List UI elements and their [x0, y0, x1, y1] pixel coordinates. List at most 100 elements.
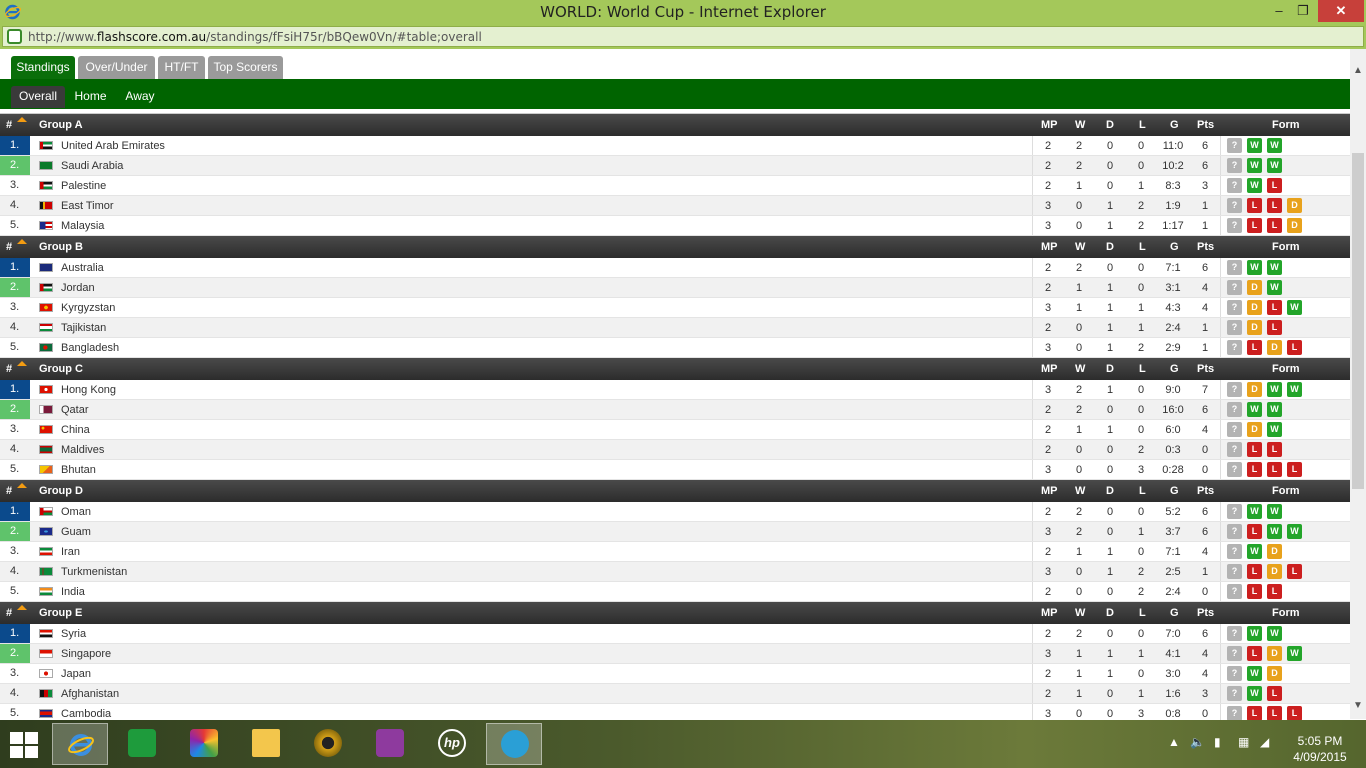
form-badge[interactable]: ? — [1227, 564, 1242, 579]
form-badge[interactable]: W — [1287, 382, 1302, 397]
form-badge[interactable]: ? — [1227, 686, 1242, 701]
d-header[interactable]: D — [1106, 485, 1114, 497]
team-name[interactable]: Iran — [61, 546, 80, 558]
team-name[interactable]: Maldives — [61, 444, 104, 456]
form-badge[interactable]: L — [1247, 340, 1262, 355]
mp-header[interactable]: MP — [1041, 363, 1058, 375]
table-row[interactable]: 1. United Arab Emirates 2 2 0 0 11:0 6? W W — [0, 136, 1350, 156]
form-badge[interactable]: L — [1267, 218, 1282, 233]
table-row[interactable]: 3. Kyrgyzstan 3 1 1 1 4:3 4? D L W — [0, 298, 1350, 318]
form-badge[interactable]: W — [1267, 260, 1282, 275]
team-name[interactable]: Guam — [61, 526, 91, 538]
form-badge[interactable]: L — [1247, 218, 1262, 233]
form-badge[interactable]: D — [1267, 666, 1282, 681]
form-badge[interactable]: W — [1267, 280, 1282, 295]
team-name[interactable]: Tajikistan — [61, 322, 106, 334]
form-badge[interactable]: ? — [1227, 218, 1242, 233]
form-badge[interactable]: ? — [1227, 382, 1242, 397]
l-header[interactable]: L — [1139, 607, 1146, 619]
team-name[interactable]: United Arab Emirates — [61, 140, 165, 152]
table-row[interactable]: 4. Turkmenistan 3 0 1 2 2:5 1? L D L — [0, 562, 1350, 582]
table-row[interactable]: 5. Malaysia 3 0 1 2 1:17 1? L L D — [0, 216, 1350, 236]
team-name[interactable]: Cambodia — [61, 708, 111, 720]
mp-header[interactable]: MP — [1041, 241, 1058, 253]
form-badge[interactable]: L — [1247, 564, 1262, 579]
form-badge[interactable]: W — [1247, 686, 1262, 701]
sort-rank-header[interactable]: # — [6, 363, 12, 375]
l-header[interactable]: L — [1139, 363, 1146, 375]
w-header[interactable]: W — [1075, 485, 1085, 497]
team-name[interactable]: India — [61, 586, 85, 598]
form-badge[interactable]: W — [1247, 402, 1262, 417]
table-row[interactable]: 5. Bhutan 3 0 0 3 0:28 0? L L L — [0, 460, 1350, 480]
table-row[interactable]: 4. Maldives 2 0 0 2 0:3 0? L L — [0, 440, 1350, 460]
form-badge[interactable]: D — [1247, 382, 1262, 397]
form-badge[interactable]: ? — [1227, 524, 1242, 539]
form-badge[interactable]: ? — [1227, 260, 1242, 275]
form-badge[interactable]: ? — [1227, 462, 1242, 477]
form-badge[interactable]: L — [1267, 462, 1282, 477]
form-badge[interactable]: W — [1267, 422, 1282, 437]
form-badge[interactable]: ? — [1227, 138, 1242, 153]
team-name[interactable]: Syria — [61, 628, 86, 640]
volume-icon[interactable]: 🔈 — [1190, 735, 1205, 749]
mp-header[interactable]: MP — [1041, 485, 1058, 497]
vertical-scrollbar[interactable]: ▲ ▼ — [1350, 49, 1366, 719]
l-header[interactable]: L — [1139, 485, 1146, 497]
form-badge[interactable]: L — [1267, 706, 1282, 721]
team-name[interactable]: Qatar — [61, 404, 89, 416]
form-badge[interactable]: W — [1287, 300, 1302, 315]
form-badge[interactable]: L — [1267, 300, 1282, 315]
w-header[interactable]: W — [1075, 363, 1085, 375]
table-row[interactable]: 3. Iran 2 1 1 0 7:1 4? W D — [0, 542, 1350, 562]
g-header[interactable]: G — [1170, 119, 1179, 131]
form-badge[interactable]: L — [1247, 706, 1262, 721]
form-badge[interactable]: L — [1287, 706, 1302, 721]
sort-rank-header[interactable]: # — [6, 119, 12, 131]
team-name[interactable]: Malaysia — [61, 220, 104, 232]
form-badge[interactable]: L — [1267, 320, 1282, 335]
sort-rank-header[interactable]: # — [6, 485, 12, 497]
taskbar-projector-app[interactable] — [362, 723, 418, 765]
team-name[interactable]: Australia — [61, 262, 104, 274]
table-row[interactable]: 4. Afghanistan 2 1 0 1 1:6 3? W L — [0, 684, 1350, 704]
form-badge[interactable]: L — [1287, 462, 1302, 477]
form-badge[interactable]: D — [1267, 646, 1282, 661]
form-badge[interactable]: D — [1247, 422, 1262, 437]
d-header[interactable]: D — [1106, 241, 1114, 253]
tab-standings[interactable]: Standings — [11, 56, 75, 79]
form-badge[interactable]: W — [1267, 504, 1282, 519]
w-header[interactable]: W — [1075, 119, 1085, 131]
team-name[interactable]: Turkmenistan — [61, 566, 127, 578]
team-name[interactable]: Afghanistan — [61, 688, 119, 700]
form-badge[interactable]: L — [1267, 198, 1282, 213]
d-header[interactable]: D — [1106, 607, 1114, 619]
close-button[interactable]: ✕ — [1318, 0, 1364, 22]
form-badge[interactable]: W — [1247, 626, 1262, 641]
form-badge[interactable]: ? — [1227, 320, 1242, 335]
form-badge[interactable]: W — [1247, 178, 1262, 193]
team-name[interactable]: Jordan — [61, 282, 95, 294]
tab-ht-ft[interactable]: HT/FT — [158, 56, 205, 79]
form-badge[interactable]: L — [1287, 340, 1302, 355]
form-badge[interactable]: ? — [1227, 626, 1242, 641]
table-row[interactable]: 2. Singapore 3 1 1 1 4:1 4? L D W — [0, 644, 1350, 664]
form-badge[interactable]: ? — [1227, 584, 1242, 599]
g-header[interactable]: G — [1170, 607, 1179, 619]
sort-arrow-icon[interactable] — [17, 117, 27, 122]
table-row[interactable]: 3. Japan 2 1 1 0 3:0 4? W D — [0, 664, 1350, 684]
table-row[interactable]: 5. India 2 0 0 2 2:4 0? L L — [0, 582, 1350, 602]
sort-arrow-icon[interactable] — [17, 605, 27, 610]
form-badge[interactable]: D — [1247, 280, 1262, 295]
form-badge[interactable]: W — [1247, 138, 1262, 153]
form-badge[interactable]: W — [1247, 260, 1262, 275]
form-badge[interactable]: W — [1267, 626, 1282, 641]
team-name[interactable]: Saudi Arabia — [61, 160, 123, 172]
clock[interactable]: 5:05 PM 4/09/2015 — [1280, 733, 1360, 765]
form-badge[interactable]: ? — [1227, 158, 1242, 173]
action-center-icon[interactable]: ▦ — [1238, 735, 1249, 749]
tab-over-under[interactable]: Over/Under — [78, 56, 155, 79]
subtab-home[interactable]: Home — [68, 86, 113, 108]
team-name[interactable]: Japan — [61, 668, 91, 680]
table-row[interactable]: 1. Syria 2 2 0 0 7:0 6? W W — [0, 624, 1350, 644]
